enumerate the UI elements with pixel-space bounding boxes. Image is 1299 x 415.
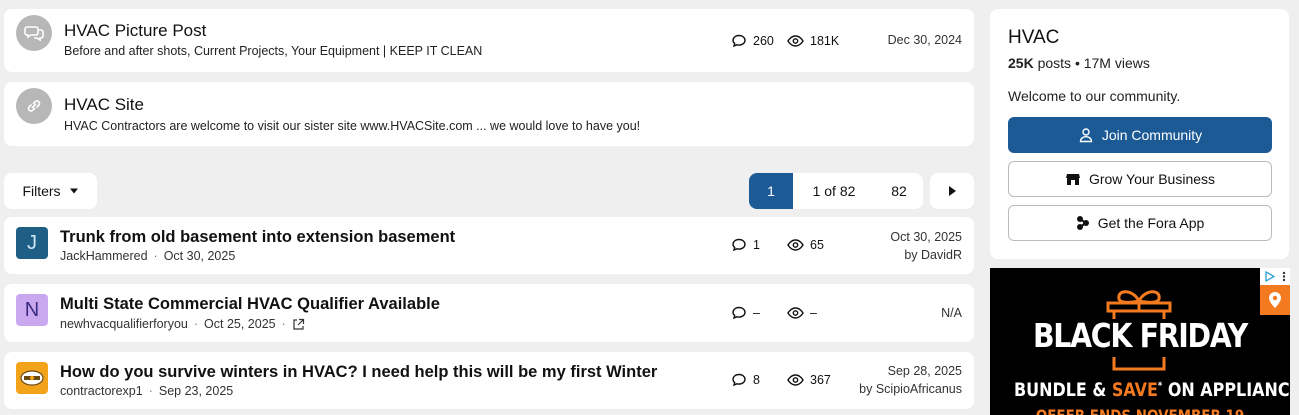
thread-views: 367 (787, 372, 831, 388)
eye-icon (787, 239, 804, 251)
thread-meta: JackHammered · Oct 30, 2025 (60, 249, 236, 263)
join-label: Join Community (1101, 127, 1203, 143)
thread-author[interactable]: newhvacqualifierforyou (60, 317, 188, 331)
avatar-letter: N (24, 298, 40, 321)
filters-button[interactable]: Filters (4, 173, 97, 209)
page-of-label[interactable]: 1 of 82 (793, 173, 875, 209)
ad-sub-save: SAVE (1111, 379, 1158, 401)
grow-label: Grow Your Business (1088, 171, 1216, 187)
eye-icon (787, 307, 804, 319)
forum-description: HVAC Contractors are welcome to visit ou… (64, 119, 641, 133)
grow-business-button[interactable]: Grow Your Business (1008, 161, 1272, 197)
next-page-button[interactable] (930, 173, 974, 209)
forum-card-picture-post[interactable]: HVAC Picture Post Before and after shots… (4, 9, 974, 72)
thread-views: 65 (787, 237, 824, 253)
get-app-button[interactable]: Get the Fora App (1008, 205, 1272, 241)
contractor-logo-icon (20, 370, 44, 386)
avatar[interactable]: J (16, 227, 48, 259)
link-icon (16, 88, 52, 124)
thread-views: – (787, 305, 817, 321)
thread-title[interactable]: How do you survive winters in HVAC? I ne… (60, 363, 657, 382)
eye-icon (787, 374, 804, 386)
posts-count: 25K (1008, 55, 1034, 71)
views-stat: 17M views (1083, 55, 1150, 71)
community-sidebar: HVAC 25K posts • 17M views Welcome to ou… (990, 9, 1289, 259)
caret-down-icon (69, 188, 78, 194)
external-link-icon[interactable] (292, 318, 305, 331)
user-icon (1079, 128, 1093, 143)
advertisement[interactable]: BLACK FRIDAY BUNDLE & SAVE* ON APPLIANCE… (990, 268, 1290, 415)
pagination: 1 1 of 82 82 (749, 173, 923, 209)
forum-card-hvac-site[interactable]: HVAC Site HVAC Contractors are welcome t… (4, 82, 974, 146)
thread-replies: – (731, 305, 760, 321)
posts-label: posts (1037, 55, 1072, 71)
thread-meta: newhvacqualifierforyou · Oct 25, 2025 · (60, 317, 305, 331)
thread-last-date: Sep 28, 2025 (887, 364, 962, 378)
app-label: Get the Fora App (1097, 215, 1205, 231)
thread-author[interactable]: contractorexp1 (60, 384, 143, 398)
filters-label: Filters (22, 183, 61, 199)
page-last[interactable]: 82 (875, 173, 923, 209)
community-title: HVAC (1008, 27, 1060, 48)
replies-count: 260 (753, 34, 774, 48)
thread-title[interactable]: Multi State Commercial HVAC Qualifier Av… (60, 295, 440, 314)
avatar[interactable] (16, 362, 48, 394)
ad-subline: BUNDLE & SAVE* ON APPLIANCES (1014, 379, 1290, 401)
location-pin-icon[interactable] (1260, 285, 1290, 315)
thread-replies: 8 (731, 372, 760, 388)
forum-title[interactable]: HVAC Site (64, 95, 144, 115)
views-count: 367 (810, 373, 831, 387)
page-current[interactable]: 1 (749, 173, 793, 209)
thread-row[interactable]: How do you survive winters in HVAC? I ne… (4, 352, 974, 409)
comment-icon (732, 306, 746, 320)
forum-last-date: Dec 30, 2024 (887, 33, 962, 47)
chat-bubbles-icon (16, 15, 52, 51)
thread-meta: contractorexp1 · Sep 23, 2025 (60, 384, 234, 398)
ad-choices-icon[interactable] (1260, 268, 1290, 285)
fora-logo-icon (1076, 216, 1089, 230)
avatar-letter: J (27, 231, 37, 254)
thread-last-by[interactable]: by ScipioAfricanus (859, 382, 962, 396)
thread-last-date: N/A (941, 306, 962, 320)
storefront-icon (1065, 174, 1080, 185)
views-count: 65 (810, 238, 824, 252)
thread-row[interactable]: J Trunk from old basement into extension… (4, 217, 974, 274)
thread-created: Oct 25, 2025 (204, 317, 276, 331)
views-count: – (810, 306, 817, 320)
forum-views: 181K (787, 33, 839, 49)
play-right-icon (949, 186, 956, 196)
views-count: 181K (810, 34, 840, 48)
avatar[interactable]: N (16, 294, 48, 326)
thread-created: Sep 23, 2025 (158, 384, 234, 398)
comment-icon (732, 34, 746, 48)
thread-replies: 1 (731, 237, 760, 253)
community-stats: 25K posts • 17M views (1008, 55, 1150, 71)
forum-description: Before and after shots, Current Projects… (64, 44, 483, 58)
comment-icon (732, 238, 746, 252)
welcome-text: Welcome to our community. (1008, 88, 1181, 104)
thread-row[interactable]: N Multi State Commercial HVAC Qualifier … (4, 284, 974, 342)
replies-count: – (753, 306, 760, 320)
thread-created: Oct 30, 2025 (163, 249, 236, 263)
stats-separator: • (1074, 55, 1080, 71)
thread-title[interactable]: Trunk from old basement into extension b… (60, 228, 455, 247)
join-community-button[interactable]: Join Community (1008, 117, 1272, 153)
forum-replies: 260 (731, 33, 774, 49)
comment-icon (732, 373, 746, 387)
replies-count: 1 (753, 238, 760, 252)
eye-icon (787, 35, 804, 47)
ad-footer: OFFER ENDS NOVEMBER 19 (1014, 406, 1266, 415)
forum-title[interactable]: HVAC Picture Post (64, 21, 206, 41)
ad-sub-pre: BUNDLE & (1014, 379, 1112, 401)
thread-last-by[interactable]: by DavidR (904, 248, 962, 262)
ad-sub-post: ON APPLIANCES (1167, 379, 1290, 401)
thread-last-date: Oct 30, 2025 (890, 230, 962, 244)
ad-headline: BLACK FRIDAY (1032, 316, 1248, 355)
thread-author[interactable]: JackHammered (60, 249, 148, 263)
replies-count: 8 (753, 373, 760, 387)
